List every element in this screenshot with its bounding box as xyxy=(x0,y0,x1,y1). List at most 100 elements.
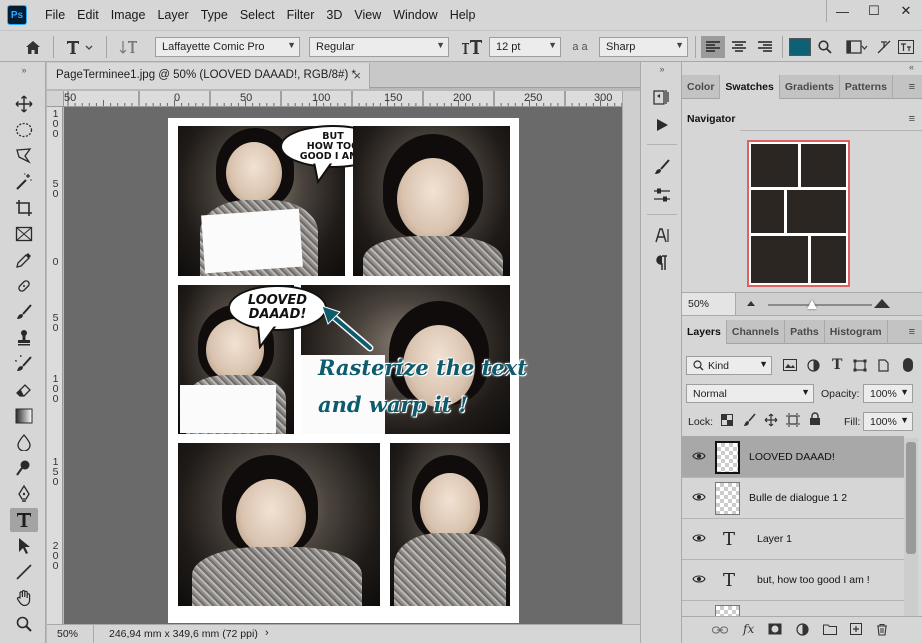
zoom-slider-track[interactable] xyxy=(768,304,872,306)
menu-3d[interactable]: 3D xyxy=(320,8,348,22)
antialias-dropdown[interactable]: Sharp ▼ xyxy=(599,37,688,57)
dodge-tool-icon[interactable] xyxy=(10,456,38,480)
horizontal-ruler[interactable]: 50 0 50 100 150 200 250 300 xyxy=(64,91,622,107)
layer-row[interactable] xyxy=(682,601,904,616)
text-tool-preset-icon[interactable] xyxy=(63,36,97,58)
menu-view[interactable]: View xyxy=(348,8,387,22)
zoom-level-field[interactable]: 50% xyxy=(47,625,94,643)
lock-transparency-icon[interactable] xyxy=(721,414,733,426)
paragraph-panel-icon[interactable] xyxy=(650,252,674,274)
collapse-panels-icon[interactable]: « xyxy=(909,62,914,72)
home-icon[interactable] xyxy=(22,36,44,58)
collapse-toolbar-icon[interactable]: » xyxy=(10,64,38,76)
font-style-dropdown[interactable]: Regular ▼ xyxy=(309,37,449,57)
tab-navigator[interactable]: Navigator xyxy=(682,107,741,131)
path-selection-tool-icon[interactable] xyxy=(10,534,38,558)
pen-tool-icon[interactable] xyxy=(10,482,38,506)
photoshop-logo-icon[interactable]: Ps xyxy=(7,5,27,25)
filter-smart-object-icon[interactable] xyxy=(877,359,889,372)
maximize-button[interactable]: ☐ xyxy=(858,0,890,22)
blend-mode-dropdown[interactable]: Normal ▼ xyxy=(686,384,814,403)
status-menu-arrow-icon[interactable]: › xyxy=(265,627,269,639)
panel-menu-icon[interactable]: ≡ xyxy=(909,113,915,125)
tab-paths[interactable]: Paths xyxy=(785,320,825,344)
tab-gradients[interactable]: Gradients xyxy=(780,75,840,99)
scrollbar-thumb[interactable] xyxy=(906,442,916,554)
layer-filter-dropdown[interactable]: Kind ▼ xyxy=(686,356,772,375)
layer-name[interactable]: but, how too good I am ! xyxy=(757,574,870,586)
healing-brush-tool-icon[interactable] xyxy=(10,274,38,298)
tab-channels[interactable]: Channels xyxy=(727,320,786,344)
document-tab[interactable]: PageTerminee1.jpg @ 50% (LOOVED DAAAD!, … xyxy=(47,63,370,89)
vertical-ruler[interactable]: 100 50 0 50 100 150 200 xyxy=(47,107,63,624)
layers-scrollbar[interactable] xyxy=(904,438,918,618)
move-tool-icon[interactable] xyxy=(10,92,38,116)
collapse-dock-icon[interactable]: » xyxy=(650,64,674,74)
layer-row[interactable]: T but, how too good I am ! xyxy=(682,560,904,601)
font-family-dropdown[interactable]: Laffayette Comic Pro ▼ xyxy=(155,37,300,57)
panel-menu-icon[interactable]: ≡ xyxy=(909,81,915,93)
search-icon[interactable] xyxy=(815,36,835,58)
visibility-eye-icon[interactable] xyxy=(692,492,706,502)
layer-name[interactable]: LOOVED DAAAD! xyxy=(749,451,835,463)
menu-layer[interactable]: Layer xyxy=(151,8,194,22)
align-center-button[interactable] xyxy=(727,36,751,58)
add-mask-icon[interactable] xyxy=(768,623,782,635)
workspace-icon[interactable] xyxy=(845,36,869,58)
panel-menu-icon[interactable]: ≡ xyxy=(909,326,915,338)
tab-layers[interactable]: Layers xyxy=(682,320,727,344)
lock-position-icon[interactable] xyxy=(764,413,778,427)
navigator-preview[interactable] xyxy=(747,140,850,287)
filter-toggle-switch[interactable] xyxy=(903,358,913,372)
canvas-scrollbar[interactable] xyxy=(622,91,640,624)
actions-play-icon[interactable] xyxy=(650,114,674,136)
clone-stamp-tool-icon[interactable] xyxy=(10,326,38,350)
layer-row[interactable]: LOOVED DAAAD! xyxy=(682,437,904,478)
visibility-eye-icon[interactable] xyxy=(692,451,706,461)
menu-filter[interactable]: Filter xyxy=(281,8,321,22)
magic-wand-tool-icon[interactable] xyxy=(10,170,38,194)
character-panel-icon[interactable] xyxy=(897,36,915,58)
filter-type-icon[interactable]: T xyxy=(832,357,842,373)
visibility-eye-icon[interactable] xyxy=(692,574,706,584)
comic-page[interactable]: BUT HOW TOO GOOD I AM ! LOOVED DAAAD! Ra… xyxy=(168,118,527,623)
tab-histogram[interactable]: Histogram xyxy=(825,320,888,344)
lock-all-icon[interactable] xyxy=(809,412,821,426)
minimize-button[interactable]: — xyxy=(826,0,858,22)
menu-file[interactable]: File xyxy=(39,8,71,22)
zoom-slider-handle[interactable] xyxy=(807,300,817,309)
delete-layer-icon[interactable] xyxy=(876,623,888,636)
zoom-tool-icon[interactable] xyxy=(10,612,38,636)
character-panel-icon[interactable] xyxy=(650,224,674,246)
opacity-field[interactable]: 100% ▼ xyxy=(863,384,913,403)
layer-row[interactable]: T Layer 1 xyxy=(682,519,904,560)
navigator-zoom-field[interactable]: 50% xyxy=(682,293,736,315)
menu-help[interactable]: Help xyxy=(444,8,482,22)
new-layer-icon[interactable] xyxy=(850,623,862,635)
line-tool-icon[interactable] xyxy=(10,560,38,584)
frame-tool-icon[interactable] xyxy=(10,222,38,246)
zoom-in-icon[interactable] xyxy=(873,297,891,309)
toggle-text-orientation-icon[interactable] xyxy=(117,36,141,58)
canvas[interactable]: BUT HOW TOO GOOD I AM ! LOOVED DAAAD! Ra… xyxy=(64,107,622,624)
menu-select[interactable]: Select xyxy=(234,8,281,22)
align-left-button[interactable] xyxy=(701,36,725,58)
filter-adjustment-icon[interactable] xyxy=(807,359,820,372)
close-tab-icon[interactable]: × xyxy=(353,68,361,83)
brush-settings-icon[interactable] xyxy=(650,156,674,178)
layer-name[interactable]: Bulle de dialogue 1 2 xyxy=(749,492,847,504)
fill-field[interactable]: 100% ▼ xyxy=(863,412,913,431)
polygonal-lasso-tool-icon[interactable] xyxy=(10,144,38,168)
new-group-icon[interactable] xyxy=(823,623,837,635)
tab-swatches[interactable]: Swatches xyxy=(720,75,780,99)
elliptical-marquee-tool-icon[interactable] xyxy=(10,118,38,142)
ruler-origin[interactable] xyxy=(47,91,64,107)
menu-image[interactable]: Image xyxy=(105,8,152,22)
align-right-button[interactable] xyxy=(753,36,777,58)
crop-tool-icon[interactable] xyxy=(10,196,38,220)
new-adjustment-layer-icon[interactable] xyxy=(796,623,809,636)
gradient-tool-icon[interactable] xyxy=(10,404,38,428)
lock-artboard-icon[interactable] xyxy=(786,413,800,427)
layer-row[interactable]: Bulle de dialogue 1 2 xyxy=(682,478,904,519)
menu-type[interactable]: Type xyxy=(195,8,234,22)
